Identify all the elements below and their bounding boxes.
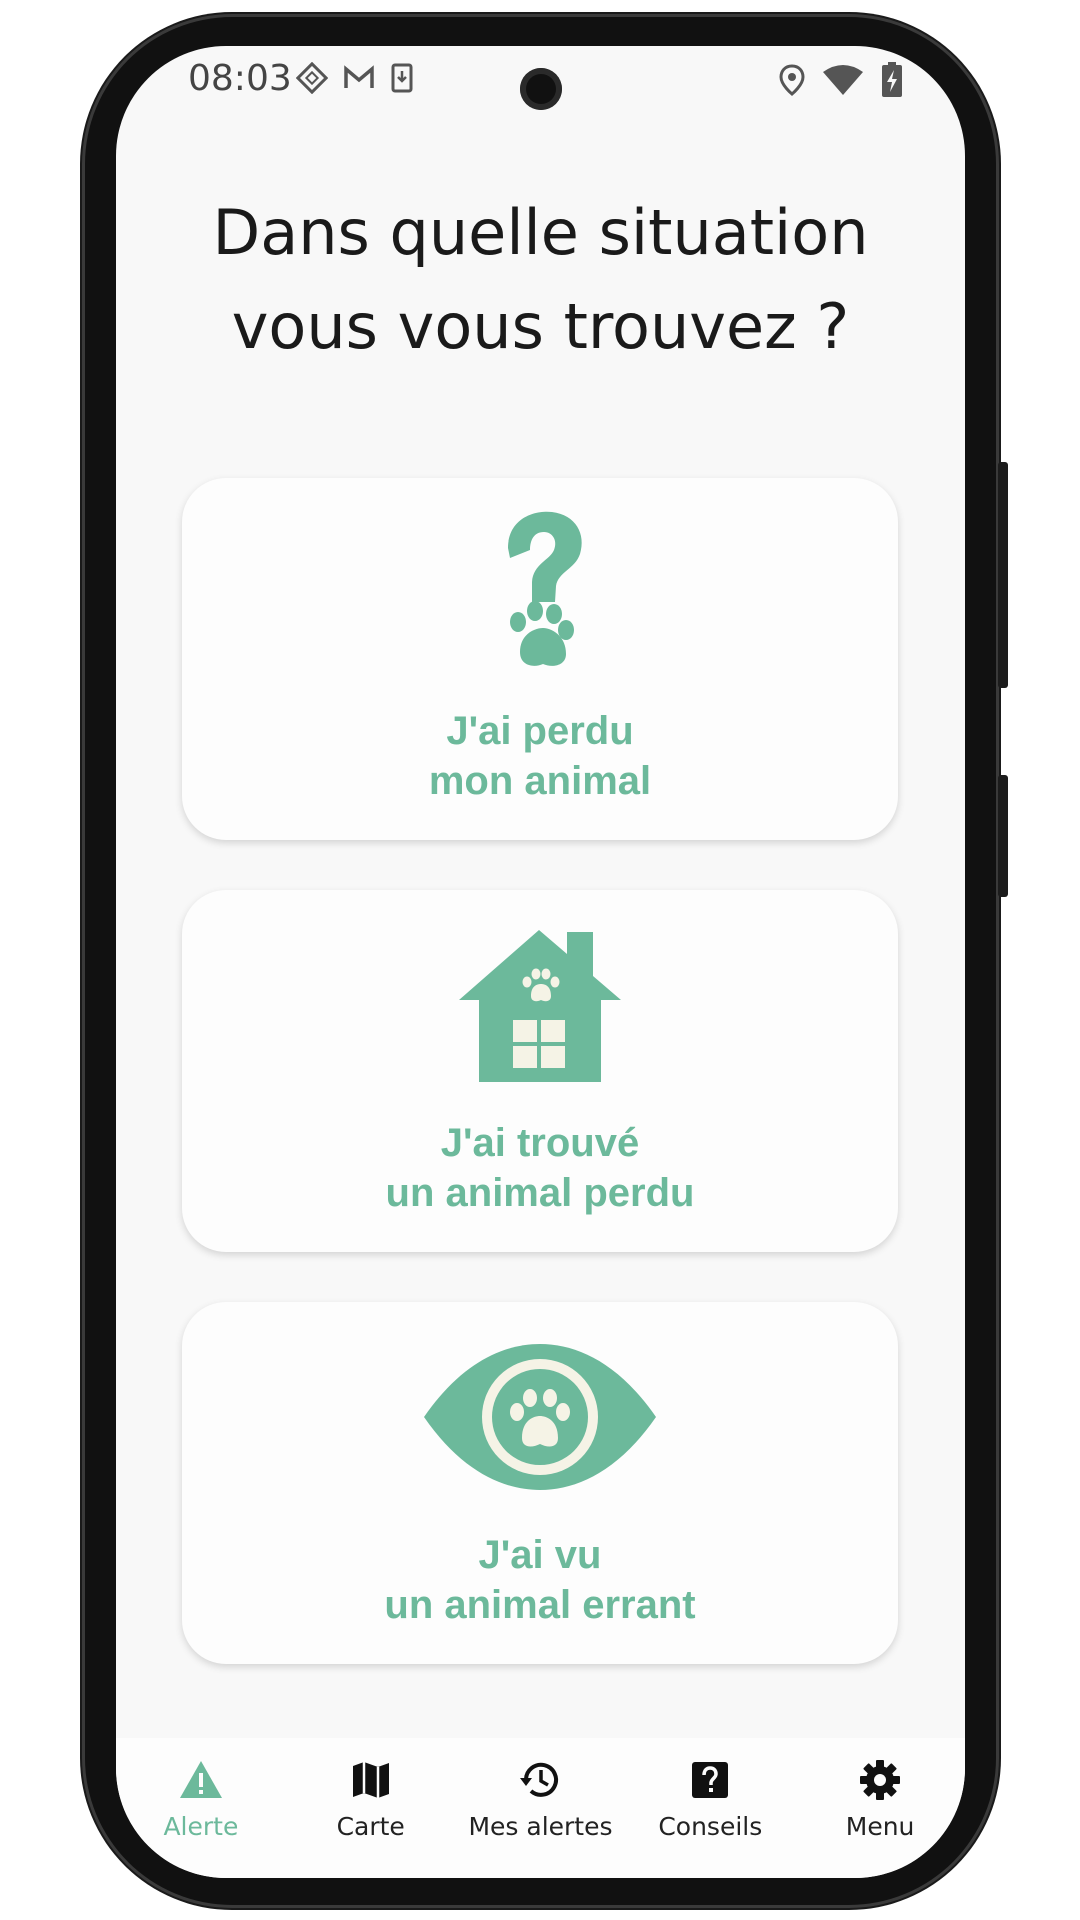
status-icons-right (779, 62, 903, 98)
nav-label-conseils: Conseils (658, 1812, 763, 1841)
option-found-line-1: J'ai trouvé (440, 1121, 640, 1165)
wifi-icon (823, 65, 863, 95)
app-screen: 08:03 Dans quelle situation vous vous tr… (116, 46, 965, 1878)
nav-item-menu[interactable]: Menu (795, 1738, 965, 1878)
nav-item-carte[interactable]: Carte (286, 1738, 456, 1878)
option-lost-line-1: J'ai perdu (446, 709, 634, 753)
option-lost-line-2: mon animal (428, 759, 652, 803)
history-icon (520, 1762, 559, 1797)
eye-paw-icon (424, 1344, 656, 1490)
option-found-animal[interactable]: J'ai trouvé un animal perdu (182, 890, 898, 1252)
nav-label-menu: Menu (845, 1812, 915, 1841)
volume-button (998, 462, 1008, 688)
title-line-1: Dans quelle situation (212, 196, 869, 269)
question-paw-icon (508, 511, 582, 666)
nav-label-alerte: Alerte (163, 1812, 239, 1841)
status-bar: 08:03 (116, 46, 965, 126)
location-icon (779, 64, 805, 96)
option-seen-line-2: un animal errant (384, 1583, 696, 1627)
option-found-label: J'ai trouvé un animal perdu (182, 1118, 898, 1218)
gear-icon (860, 1760, 901, 1800)
help-icon (692, 1762, 729, 1798)
warning-icon (179, 1761, 222, 1798)
option-seen-line-1: J'ai vu (478, 1533, 602, 1577)
nav-item-conseils[interactable]: Conseils (625, 1738, 795, 1878)
nav-item-mes-alertes[interactable]: Mes alertes (456, 1738, 626, 1878)
front-camera (520, 68, 562, 110)
option-lost-label: J'ai perdu mon animal (182, 706, 898, 806)
nav-item-alerte[interactable]: Alerte (116, 1738, 286, 1878)
power-button (998, 775, 1008, 897)
option-seen-animal[interactable]: J'ai vu un animal errant (182, 1302, 898, 1664)
map-icon (352, 1762, 389, 1798)
option-found-line-2: un animal perdu (385, 1171, 695, 1215)
page-title: Dans quelle situation vous vous trouvez … (156, 186, 925, 374)
house-paw-icon (459, 930, 621, 1082)
download-icon (391, 63, 413, 93)
nfc-icon (296, 62, 328, 94)
gmail-icon (344, 65, 374, 88)
title-line-2: vous vous trouvez ? (231, 290, 850, 363)
option-lost-animal[interactable]: J'ai perdu mon animal (182, 478, 898, 840)
status-icons-left (296, 62, 414, 94)
nav-label-mes-alertes: Mes alertes (468, 1812, 613, 1841)
option-seen-label: J'ai vu un animal errant (182, 1530, 898, 1630)
nav-label-carte: Carte (336, 1812, 405, 1841)
bottom-navigation: Alerte Carte Mes alertes Conseils Menu (116, 1738, 965, 1878)
battery-charging-icon (882, 62, 902, 97)
status-time: 08:03 (188, 58, 292, 99)
